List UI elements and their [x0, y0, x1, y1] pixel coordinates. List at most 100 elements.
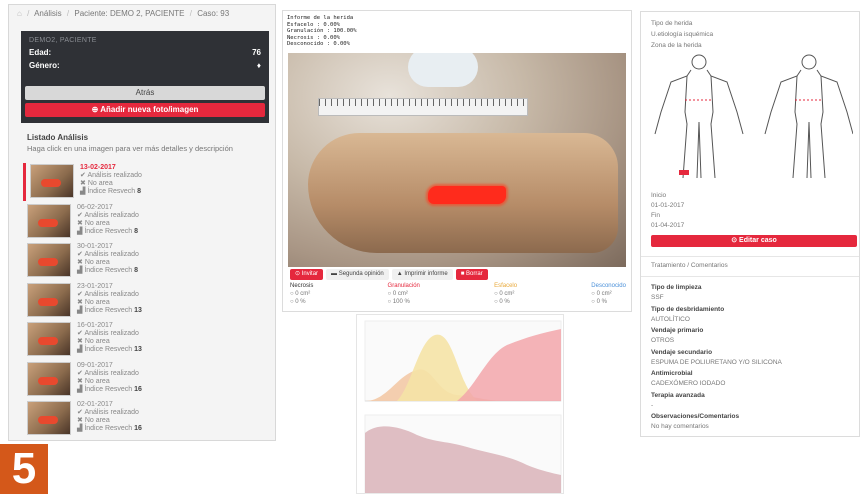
breadcrumb-patient[interactable]: Paciente: DEMO 2, PACIENTE: [74, 9, 184, 18]
resvech-value: 13: [134, 306, 142, 314]
patient-gender-row: Género: ♦: [21, 59, 269, 72]
analysis-info: 06-02-2017 ✔ Análisis realizado ✖ No area ▟…: [77, 204, 139, 236]
image-toolbar: ⊙ Invitar ▬ Segunda opinión ▲ Imprimir i…: [290, 269, 488, 280]
tissue-column: Esfacelo ○ 0 cm² ○ 0 %: [494, 283, 517, 306]
analysis-area: No area: [87, 180, 113, 187]
print-label: Imprimir informe: [404, 271, 448, 277]
analysis-item[interactable]: 06-02-2017 ✔ Análisis realizado ✖ No area ▟…: [23, 203, 263, 241]
analysis-date: 02-01-2017: [77, 401, 113, 408]
age-value: 76: [252, 48, 261, 57]
edit-case-button[interactable]: ⊙ Editar caso: [651, 235, 857, 247]
analysis-info: 16-01-2017 ✔ Análisis realizado ✖ No area ▟…: [77, 322, 142, 354]
analysis-date: 09-01-2017: [77, 361, 113, 369]
tissue-column: Desconocido ○ 0 cm² ○ 0 %: [591, 283, 626, 306]
analysis-area: No area: [84, 259, 110, 266]
analysis-area: No area: [84, 219, 110, 227]
gender-icon: ♦: [256, 61, 261, 70]
treatment-label: Terapia avanzada: [651, 391, 705, 399]
tissue-summary: Necrosis ○ 0 cm² ○ 0 % Granulación ○ 0 cm² ○ …: [290, 283, 626, 306]
invite-button[interactable]: ⊙ Invitar: [290, 269, 324, 280]
resvech-value: 8: [137, 188, 142, 195]
analysis-thumbnail[interactable]: [30, 164, 74, 198]
analysis-info: 09-01-2017 ✔ Análisis realizado ✖ No area ▟…: [77, 362, 142, 394]
delete-button[interactable]: ■ Borrar: [455, 269, 488, 280]
home-icon[interactable]: ⌂: [17, 9, 22, 18]
analysis-item[interactable]: 23-01-2017 ✔ Análisis realizado ✖ No area ▟…: [23, 282, 263, 320]
cross-icon: ✖: [77, 298, 85, 306]
wound-location-marker[interactable]: [679, 170, 689, 175]
treatment-label: Tipo de desbridamiento: [651, 305, 725, 313]
resvech-label: Índice Resvech: [84, 346, 133, 353]
breadcrumb: ⌂ / Análisis / Paciente: DEMO 2, PACIENT…: [17, 9, 230, 18]
breadcrumb-analysis[interactable]: Análisis: [34, 9, 62, 18]
cross-icon: ✖: [77, 219, 85, 227]
analysis-thumbnail[interactable]: [27, 361, 71, 396]
analysis-status: Análisis realizado: [84, 330, 139, 337]
delete-label: Borrar: [466, 271, 483, 277]
tissue-name: Necrosis: [290, 283, 314, 289]
gender-label: Género:: [29, 61, 60, 70]
analysis-thumbnail[interactable]: [27, 203, 71, 238]
print-report-button[interactable]: ▲ Imprimir informe: [391, 269, 453, 280]
analysis-list-title: Listado Análisis: [27, 133, 89, 142]
edit-icon: ⊙: [731, 237, 740, 244]
report-line: Informe de la herida: [287, 15, 354, 21]
treatment-label: Observaciones/Comentarios: [651, 413, 740, 420]
tissue-column: Granulación ○ 0 cm² ○ 100 %: [388, 283, 420, 306]
cross-icon: ✖: [77, 259, 85, 266]
back-button[interactable]: Atrás: [25, 86, 265, 100]
analysis-item[interactable]: 13-02-2017 ✔ Análisis realizado ✖ No area ▟…: [23, 163, 263, 201]
tissue-name: Desconocido: [591, 283, 626, 289]
analysis-item[interactable]: 09-01-2017 ✔ Análisis realizado ✖ No area ▟…: [23, 361, 263, 399]
invite-label: Invitar: [301, 271, 319, 277]
analysis-item[interactable]: 16-01-2017 ✔ Análisis realizado ✖ No area ▟…: [23, 321, 263, 359]
tissue-percent: ○ 0 %: [591, 298, 607, 305]
analysis-status: Análisis realizado: [84, 290, 139, 298]
add-photo-button[interactable]: ⊕ Añadir nueva foto/imagen: [25, 103, 265, 117]
analysis-status: Análisis realizado: [84, 409, 139, 416]
analysis-list-help: Haga click en una imagen para ver más de…: [27, 144, 233, 153]
comment-icon: ▬: [331, 271, 339, 277]
analysis-thumbnail[interactable]: [27, 282, 71, 317]
treatment-value: -: [651, 401, 654, 409]
plus-circle-icon: ⊕: [91, 105, 101, 114]
body-back: [764, 54, 853, 179]
analysis-status: Análisis realizado: [87, 172, 142, 179]
figure-number: 5: [0, 444, 48, 494]
analysis-area: No area: [84, 417, 110, 424]
tissue-area: ○ 0 cm²: [290, 291, 311, 297]
end-date: 01-04-2017: [651, 222, 685, 229]
cross-icon: ✖: [77, 338, 85, 345]
analysis-info: 30-01-2017 ✔ Análisis realizado ✖ No area ▟…: [77, 243, 139, 275]
treatment-label: Antimicrobial: [651, 370, 693, 377]
wound-photo[interactable]: [288, 53, 626, 267]
patient-age-row: Edad: 76: [21, 46, 269, 59]
wound-report: Informe de la herida Esfacelo : 0.00% Gr…: [287, 15, 357, 48]
glove-shape: [408, 53, 478, 87]
analysis-thumbnail[interactable]: [27, 322, 71, 356]
resvech-label: Índice Resvech: [84, 227, 133, 235]
analysis-item[interactable]: 02-01-2017 ✔ Análisis realizado ✖ No area ▟…: [23, 400, 263, 438]
analysis-info: 02-01-2017 ✔ Análisis realizado ✖ No area ▟…: [77, 401, 142, 433]
age-label: Edad:: [29, 48, 52, 57]
body-map[interactable]: [647, 52, 853, 182]
analysis-status: Análisis realizado: [84, 369, 139, 377]
divider: [641, 256, 859, 257]
second-opinion-button[interactable]: ▬ Segunda opinión: [326, 269, 389, 280]
analysis-area: No area: [84, 298, 110, 306]
start-label: Inicio: [651, 192, 667, 199]
analysis-sidebar: ⌂ / Análisis / Paciente: DEMO 2, PACIENT…: [8, 4, 276, 441]
treatment-tabs[interactable]: Tratamiento / Comentarios: [651, 262, 728, 269]
treatment-label: Vendaje primario: [651, 327, 704, 334]
edit-case-label: Editar caso: [739, 237, 777, 244]
analysis-thumbnail[interactable]: [27, 401, 71, 435]
treatment-value: SSF: [651, 294, 664, 301]
treatment-value: OTROS: [651, 337, 675, 344]
analysis-date: 23-01-2017: [77, 282, 113, 290]
resvech-value: 13: [134, 346, 142, 353]
analysis-thumbnail[interactable]: [27, 243, 71, 277]
charts-svg: [364, 320, 562, 494]
analysis-item[interactable]: 30-01-2017 ✔ Análisis realizado ✖ No area ▟…: [23, 242, 263, 280]
divider: [641, 276, 859, 277]
resvech-label: Índice Resvech: [84, 425, 133, 432]
